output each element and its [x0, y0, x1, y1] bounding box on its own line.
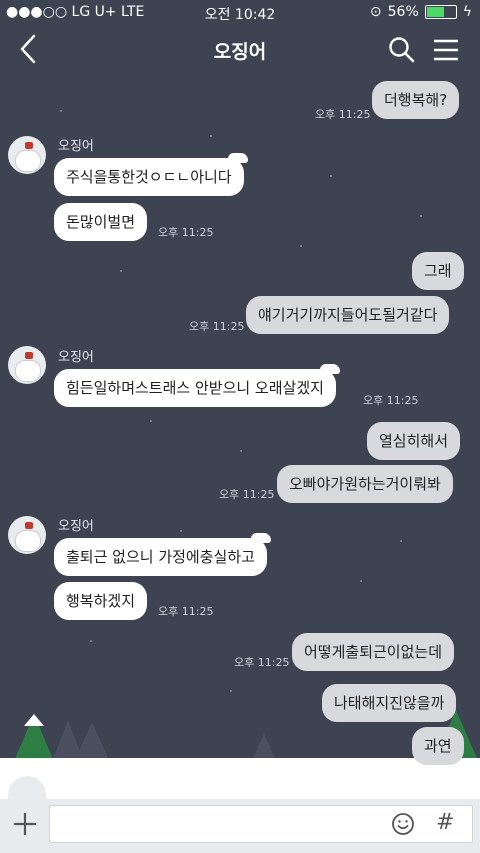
- message-bubble-in[interactable]: 돈많이벌면: [54, 203, 148, 241]
- avatar-hat: [25, 352, 33, 359]
- snow-speck: [420, 215, 422, 217]
- snow-speck: [300, 245, 302, 247]
- battery-percent: 56%: [387, 4, 419, 20]
- message-time: 오후 11:25: [158, 226, 214, 239]
- avatar-hat: [25, 522, 33, 529]
- message-bubble-out[interactable]: 어떻게출퇴근이없는데: [292, 633, 455, 671]
- avatar[interactable]: [8, 346, 46, 384]
- snow-speck: [90, 640, 92, 642]
- plus-icon: [14, 813, 36, 835]
- message-text: 힘든일하며스트래스 안받으니 오래살겠지: [66, 379, 324, 397]
- message-time: 오후 11:25: [158, 605, 214, 618]
- message-bubble-out[interactable]: 그래: [412, 252, 464, 290]
- hashtag-button[interactable]: #: [436, 810, 454, 835]
- message-bubble-out[interactable]: 오빠야가원하는거이뤄봐: [277, 465, 453, 503]
- snow-speck: [120, 270, 122, 272]
- search-button[interactable]: [388, 36, 416, 64]
- snow-speck: [210, 135, 212, 137]
- message-bubble-in[interactable]: 주식을통한것ㅇㄷㄴ아니다: [54, 153, 248, 196]
- message-time: 오후 11:25: [219, 488, 275, 501]
- avatar[interactable]: [8, 516, 46, 554]
- avatar-face: [15, 360, 41, 382]
- message-input-bar: #: [0, 799, 480, 853]
- message-time: 오후 11:25: [189, 320, 245, 333]
- avatar-face: [15, 530, 41, 552]
- charging-icon: ϟ: [462, 4, 472, 20]
- chat-header: 오징어: [0, 24, 480, 74]
- bubble-snowcap: [227, 153, 248, 163]
- sender-name: 오징어: [58, 519, 94, 534]
- message-bubble-in[interactable]: 행복하겠지: [54, 582, 148, 620]
- tree-snowcap: [24, 714, 44, 726]
- message-bubble-out[interactable]: 나태해지진않을까: [322, 684, 457, 722]
- message-time: 오후 11:25: [315, 108, 371, 121]
- snow-speck: [230, 690, 232, 692]
- message-bubble-in[interactable]: 힘든일하며스트래스 안받으니 오래살겠지: [54, 364, 340, 407]
- message-bubble-out[interactable]: 얘기거기까지들어도될거같다: [246, 296, 450, 334]
- attach-button[interactable]: [10, 809, 40, 839]
- hamburger-menu-icon: [434, 39, 458, 61]
- message-text: 출퇴근 없으니 가정에충실하고: [66, 548, 255, 566]
- avatar[interactable]: [8, 136, 46, 174]
- bubble-snowcap: [319, 364, 340, 374]
- message-text: 주식을통한것ㅇㄷㄴ아니다: [66, 168, 232, 186]
- message-bubble-out[interactable]: 과연: [412, 727, 464, 765]
- status-right: ⊙ 56% ϟ: [370, 4, 472, 20]
- menu-button[interactable]: [432, 38, 460, 62]
- snow-speck: [150, 420, 152, 422]
- sender-name: 오징어: [58, 139, 94, 154]
- snow-speck: [240, 450, 242, 452]
- battery-level: [426, 7, 444, 17]
- message-bubble-out[interactable]: 더행복해?: [372, 81, 460, 119]
- rotation-lock-icon: ⊙: [369, 4, 382, 20]
- message-bubble-in[interactable]: 출퇴근 없으니 가정에충실하고: [54, 533, 271, 576]
- message-bubble-out[interactable]: 열심히해서: [367, 422, 461, 460]
- snow-speck: [60, 110, 62, 112]
- avatar-face: [15, 150, 41, 172]
- search-icon: [389, 37, 415, 63]
- message-time: 오후 11:25: [363, 394, 419, 407]
- battery-icon: [424, 5, 457, 19]
- emoji-smile-icon: [392, 813, 414, 835]
- snow-speck: [330, 175, 332, 177]
- avatar-hat: [25, 142, 33, 149]
- status-bar: ●●●○○ LG U+ LTE 오전 10:42 ⊙ 56% ϟ: [0, 0, 480, 24]
- snow-speck: [400, 540, 402, 542]
- snow-speck: [180, 530, 182, 532]
- bubble-snowcap: [250, 533, 271, 543]
- message-time: 오후 11:25: [234, 656, 290, 669]
- snow-speck: [360, 580, 362, 582]
- emoji-button[interactable]: [391, 812, 415, 836]
- sender-name: 오징어: [58, 350, 94, 365]
